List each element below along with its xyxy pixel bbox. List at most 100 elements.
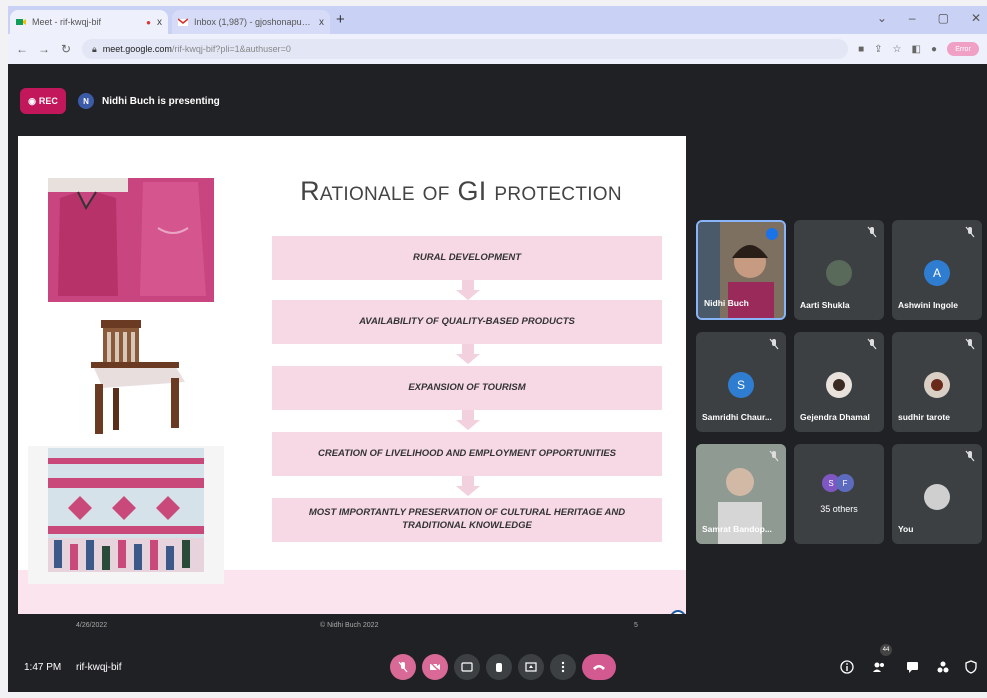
maximize-icon[interactable]: ▢ — [938, 11, 949, 25]
avatar — [924, 372, 950, 398]
meeting-time: 1:47 PM — [24, 662, 62, 673]
new-tab-button[interactable]: + — [336, 11, 345, 28]
participant-name: Aarti Shukla — [800, 300, 850, 310]
participant-name: Samridhi Chaur... — [702, 412, 772, 422]
participant-tile[interactable]: A Ashwini Ingole — [892, 220, 982, 320]
rec-label: REC — [38, 96, 58, 106]
participant-tile[interactable]: Nidhi Buch — [696, 220, 786, 320]
profile-error-button[interactable]: Error — [947, 42, 979, 56]
people-button[interactable] — [870, 658, 888, 676]
chair-image — [73, 314, 193, 438]
share-icon[interactable]: ⇪ — [874, 44, 882, 55]
url-path: /rif-kwqj-bif?pli=1&authuser=0 — [171, 44, 291, 54]
captions-button[interactable] — [454, 654, 480, 680]
down-arrow-icon — [456, 476, 480, 496]
mic-off-icon — [965, 226, 975, 238]
avatar: F — [836, 474, 854, 492]
raise-hand-button[interactable] — [486, 654, 512, 680]
mic-toggle-button[interactable] — [390, 654, 416, 680]
lock-icon[interactable]: 🔒︎ — [92, 44, 97, 55]
close-window-icon[interactable]: ✕ — [971, 11, 981, 25]
info-icon — [840, 660, 854, 674]
mic-off-icon — [867, 338, 877, 350]
down-arrow-icon — [456, 344, 480, 364]
avatar[interactable]: ● — [931, 44, 937, 55]
meet-favicon-icon — [16, 17, 26, 27]
participant-name: You — [898, 524, 914, 534]
slide-step: AVAILABILITY OF QUALITY-BASED PRODUCTS — [272, 300, 662, 344]
forward-icon[interactable]: → — [38, 42, 50, 56]
mic-off-icon — [965, 450, 975, 462]
participant-tile[interactable]: sudhir tarote — [892, 332, 982, 432]
slide-footer-copyright: © Nidhi Buch 2022 — [320, 622, 379, 629]
presenting-chip: N Nidhi Buch is presenting — [78, 88, 220, 114]
meet-stage: ◉ REC N Nidhi Buch is presenting Rationa… — [8, 64, 987, 692]
chat-button[interactable] — [904, 658, 922, 676]
meeting-controls-bar: 1:47 PM rif-kwqj-bif 44 — [8, 644, 987, 692]
toolbar-right: ■ ⇪ ☆ ◧ ● Error — [858, 42, 979, 56]
slide-footer-page: 5 — [634, 622, 638, 629]
minimize-icon[interactable]: – — [909, 11, 916, 25]
browser-window: Meet - rif-kwqj-bif ● x Inbox (1,987) - … — [8, 6, 987, 692]
slide-step: RURAL DEVELOPMENT — [272, 236, 662, 280]
bookmark-star-icon[interactable]: ☆ — [893, 44, 902, 55]
recording-badge[interactable]: ◉ REC — [20, 88, 66, 114]
textile-image — [48, 448, 204, 572]
participant-tile[interactable]: Samrat Bandop... — [696, 444, 786, 544]
chat-icon — [907, 662, 918, 673]
captions-icon — [461, 662, 473, 672]
down-arrow-icon — [456, 410, 480, 430]
meeting-details-button[interactable] — [838, 658, 856, 676]
speaking-indicator-icon — [766, 228, 778, 240]
activities-button[interactable] — [934, 658, 952, 676]
tab-inbox[interactable]: Inbox (1,987) - gjoshonapune@... x — [172, 10, 330, 34]
more-vert-icon — [561, 661, 565, 673]
chevron-down-icon[interactable]: ⌄ — [877, 11, 887, 25]
more-options-button[interactable] — [550, 654, 576, 680]
participant-name: Gejendra Dhamal — [800, 412, 870, 422]
mic-off-icon — [398, 661, 408, 673]
present-icon — [525, 662, 537, 672]
back-icon[interactable]: ← — [16, 42, 28, 56]
slide-step: MOST IMPORTANTLY PRESERVATION OF CULTURA… — [272, 498, 662, 542]
participant-tile[interactable]: Gejendra Dhamal — [794, 332, 884, 432]
mic-off-icon — [769, 450, 779, 462]
leave-call-button[interactable] — [582, 654, 616, 680]
tab-close-icon[interactable]: x — [319, 17, 324, 28]
others-count: 35 others — [820, 504, 858, 514]
avatar — [924, 484, 950, 510]
presenting-text: Nidhi Buch is presenting — [102, 95, 220, 107]
participant-tile[interactable]: S Samridhi Chaur... — [696, 332, 786, 432]
participant-tile[interactable]: Aarti Shukla — [794, 220, 884, 320]
url-host: meet.google.com — [102, 44, 172, 54]
others-tile[interactable]: S F 35 others — [794, 444, 884, 544]
camera-indicator-icon[interactable]: ■ — [858, 44, 864, 55]
others-avatars: S F — [822, 474, 854, 492]
self-tile[interactable]: You — [892, 444, 982, 544]
slide-title: Rationale of GI protection — [300, 176, 622, 206]
reload-icon[interactable]: ↻ — [60, 42, 72, 56]
down-arrow-icon — [456, 280, 480, 300]
tab-strip: Meet - rif-kwqj-bif ● x Inbox (1,987) - … — [8, 6, 987, 34]
url-field[interactable]: 🔒︎ meet.google.com/rif-kwqj-bif?pli=1&au… — [82, 39, 849, 59]
slide-footer-date: 4/26/2022 — [76, 622, 108, 629]
extensions-icon[interactable]: ◧ — [912, 44, 921, 55]
host-controls-button[interactable] — [962, 658, 980, 676]
shield-icon — [965, 660, 977, 674]
window-controls: ⌄ – ▢ ✕ — [877, 11, 981, 25]
tab-meet[interactable]: Meet - rif-kwqj-bif ● x — [10, 10, 168, 34]
camera-off-icon — [429, 661, 441, 673]
participant-name: Nidhi Buch — [704, 298, 749, 308]
camera-toggle-button[interactable] — [422, 654, 448, 680]
participant-name: Samrat Bandop... — [702, 524, 772, 534]
people-count-badge: 44 — [880, 644, 892, 656]
tab-title: Meet - rif-kwqj-bif — [32, 17, 102, 27]
participant-name: Ashwini Ingole — [898, 300, 958, 310]
present-button[interactable] — [518, 654, 544, 680]
presenter-avatar: N — [78, 93, 94, 109]
avatar: S — [728, 372, 754, 398]
tab-title: Inbox (1,987) - gjoshonapune@... — [194, 17, 313, 27]
activities-icon — [937, 661, 949, 673]
tab-close-icon[interactable]: x — [157, 17, 162, 28]
address-bar: ← → ↻ 🔒︎ meet.google.com/rif-kwqj-bif?pl… — [8, 34, 987, 64]
